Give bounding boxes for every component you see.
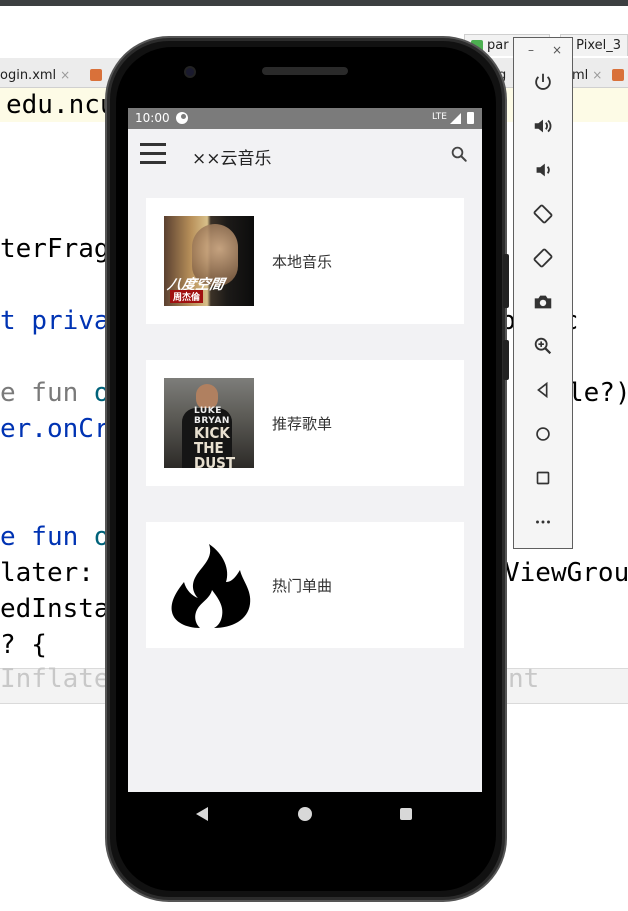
album-cover-image: LUKE BRYAN KICK THE DUST UP bbox=[164, 378, 254, 468]
menu-icon[interactable] bbox=[140, 143, 166, 165]
code-line-faded: nt bbox=[508, 664, 540, 694]
minimize-button[interactable]: – bbox=[528, 43, 534, 57]
card-label: 推荐歌单 bbox=[272, 415, 333, 433]
phone-side-button[interactable] bbox=[503, 254, 509, 308]
tab-label: par bbox=[487, 38, 509, 53]
earpiece-speaker bbox=[262, 67, 348, 75]
close-icon[interactable]: × bbox=[60, 68, 70, 82]
status-time: 10:00 bbox=[135, 111, 170, 125]
home-icon bbox=[536, 427, 550, 441]
volume-down-icon bbox=[536, 163, 550, 177]
code-line: ? { bbox=[0, 630, 47, 660]
more-button[interactable] bbox=[529, 508, 557, 536]
rotate-right-button[interactable] bbox=[529, 244, 557, 272]
code-line-faded: Inflate bbox=[0, 664, 110, 694]
code-line-right: le?) bbox=[568, 378, 628, 408]
camera-icon bbox=[534, 295, 552, 309]
rotate-left-button[interactable] bbox=[529, 200, 557, 228]
card-local-music[interactable]: 八度空間 周杰倫 本地音乐 bbox=[146, 198, 464, 324]
close-icon[interactable]: × bbox=[592, 68, 602, 82]
fire-icon bbox=[164, 540, 254, 630]
front-camera-icon bbox=[184, 66, 196, 78]
tab-label: ogin.xml bbox=[0, 67, 57, 83]
card-label: 本地音乐 bbox=[272, 253, 333, 271]
phone-screen: 10:00 LTE ××云音乐 八度空間 周杰倫 本地音乐 LUKE BRYAN bbox=[128, 108, 482, 792]
album-cover-image: 八度空間 周杰倫 bbox=[164, 216, 254, 306]
phone-side-button[interactable] bbox=[503, 340, 509, 380]
volume-down-button[interactable] bbox=[529, 156, 557, 184]
recents-icon[interactable] bbox=[400, 808, 412, 820]
back-icon bbox=[537, 381, 548, 399]
power-icon bbox=[535, 73, 551, 90]
phone-nav-bar bbox=[128, 792, 482, 836]
signal-icon bbox=[450, 113, 461, 124]
tab-label: ml bbox=[572, 67, 589, 83]
app-toolbar: ××云音乐 bbox=[128, 129, 482, 179]
battery-icon bbox=[467, 112, 474, 124]
rotate-left-icon bbox=[533, 204, 553, 224]
more-icon bbox=[536, 520, 550, 524]
album-cover-artist: LUKE BRYAN bbox=[194, 406, 230, 426]
zoom-button[interactable] bbox=[529, 332, 557, 360]
tab-label: Pixel_3 bbox=[576, 38, 621, 53]
power-button[interactable] bbox=[529, 68, 557, 96]
close-button[interactable]: × bbox=[552, 43, 562, 57]
zoom-icon bbox=[534, 337, 552, 355]
screenshot-button[interactable] bbox=[529, 288, 557, 316]
notification-icon bbox=[176, 112, 188, 124]
rotate-right-icon bbox=[533, 248, 553, 268]
overview-icon bbox=[536, 471, 550, 485]
code-line: edu.ncu bbox=[6, 90, 116, 120]
emulator-home-button[interactable] bbox=[529, 420, 557, 448]
volume-up-icon bbox=[534, 119, 552, 133]
card-recommended-playlists[interactable]: LUKE BRYAN KICK THE DUST UP 推荐歌单 bbox=[146, 360, 464, 486]
card-hot-singles[interactable]: 热门单曲 bbox=[146, 522, 464, 648]
ide-title-bar bbox=[0, 0, 628, 6]
code-line-right: ViewGroup bbox=[504, 558, 628, 588]
album-cover-title: KICK THE DUST UP bbox=[194, 424, 236, 469]
search-icon[interactable] bbox=[450, 145, 468, 163]
network-type: LTE bbox=[432, 112, 447, 122]
volume-up-button[interactable] bbox=[529, 112, 557, 140]
app-title: ××云音乐 bbox=[192, 149, 272, 169]
card-label: 热门单曲 bbox=[272, 577, 333, 595]
status-bar: 10:00 LTE bbox=[128, 108, 482, 129]
editor-tab-login-xml[interactable]: ogin.xml × bbox=[0, 64, 70, 86]
editor-tab-2[interactable] bbox=[90, 64, 102, 86]
file-icon bbox=[612, 69, 625, 81]
emulator-back-button[interactable] bbox=[529, 376, 557, 404]
file-icon bbox=[90, 69, 102, 81]
emulator-toolbar: – × bbox=[513, 37, 573, 549]
home-icon[interactable] bbox=[298, 807, 312, 821]
album-cover-artist: 周杰倫 bbox=[170, 290, 204, 303]
emulator-overview-button[interactable] bbox=[529, 464, 557, 492]
back-icon[interactable] bbox=[196, 807, 208, 821]
editor-tab-ml[interactable]: ml × bbox=[572, 64, 625, 86]
